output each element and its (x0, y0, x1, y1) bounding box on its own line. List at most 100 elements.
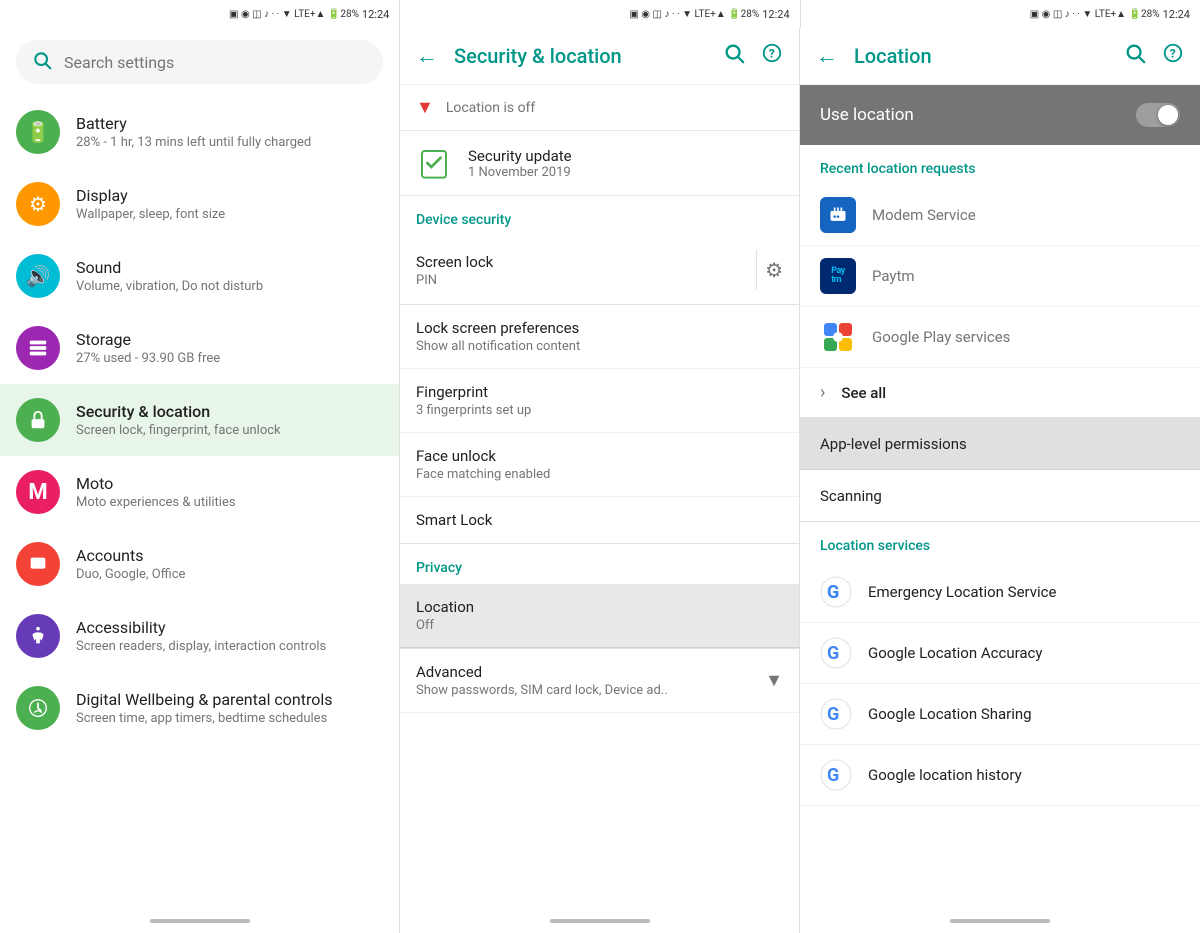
security-update-text: Security update 1 November 2019 (468, 147, 572, 180)
menu-item-advanced[interactable]: Advanced Show passwords, SIM card lock, … (400, 648, 799, 713)
sharing-service-name: Google Location Sharing (868, 705, 1032, 723)
google-service-emergency[interactable]: G G Emergency Location Service (800, 562, 1200, 623)
modem-icon (820, 197, 856, 233)
menu-item-location[interactable]: Location Off (400, 584, 799, 648)
menu-item-smartlock[interactable]: Smart Lock (400, 497, 799, 544)
security-panel-title: Security & location (454, 44, 707, 68)
svg-text:G: G (827, 765, 839, 786)
display-icon: ⚙ (16, 182, 60, 226)
app-item-modem[interactable]: Modem Service (800, 185, 1200, 246)
home-bar-1 (150, 919, 250, 923)
use-location-toggle[interactable] (1136, 103, 1180, 127)
googleplay-name: Google Play services (872, 328, 1010, 346)
accuracy-service-name: Google Location Accuracy (868, 644, 1043, 662)
see-all-text: See all (841, 384, 886, 402)
google-service-history[interactable]: G Google location history (800, 745, 1200, 806)
settings-item-accounts[interactable]: Accounts Duo, Google, Office (0, 528, 399, 600)
settings-item-accessibility[interactable]: Accessibility Screen readers, display, i… (0, 600, 399, 672)
home-indicator-1 (0, 909, 399, 933)
help-icon-location[interactable]: ? (1162, 42, 1184, 70)
menu-item-lockscreen[interactable]: Lock screen preferences Show all notific… (400, 305, 799, 369)
smartlock-text: Smart Lock (416, 511, 783, 529)
scanning-item[interactable]: Scanning (800, 470, 1200, 522)
search-icon-security[interactable] (723, 42, 745, 70)
location-subtitle: Off (416, 618, 783, 633)
recent-requests-header: Recent location requests (800, 145, 1200, 185)
location-panel-title: Location (854, 44, 1108, 68)
google-icon-emergency: G G (820, 576, 852, 608)
lockscreen-text: Lock screen preferences Show all notific… (416, 319, 783, 354)
svg-text:?: ? (1170, 47, 1176, 61)
digitalwellbeing-text: Digital Wellbeing & parental controls Sc… (76, 690, 383, 726)
svg-text:?: ? (769, 47, 775, 61)
settings-item-battery[interactable]: 🔋 Battery 28% - 1 hr, 13 mins left until… (0, 96, 399, 168)
google-service-sharing[interactable]: G Google Location Sharing (800, 684, 1200, 745)
storage-icon (16, 326, 60, 370)
accessibility-subtitle: Screen readers, display, interaction con… (76, 639, 383, 654)
back-arrow-security[interactable]: ← (416, 43, 438, 69)
moto-title: Moto (76, 474, 383, 493)
sound-icon: 🔊 (16, 254, 60, 298)
home-indicator-3 (800, 909, 1200, 933)
status-icons-1: ▣ ◉ ◫ ♪ · · ▼ LTE+▲ 🔋28% (229, 9, 359, 20)
settings-list: 🔋 Battery 28% - 1 hr, 13 mins left until… (0, 96, 399, 909)
gear-icon[interactable]: ⚙ (765, 258, 783, 282)
settings-item-security[interactable]: Security & location Screen lock, fingerp… (0, 384, 399, 456)
search-icon-location[interactable] (1124, 42, 1146, 70)
accounts-subtitle: Duo, Google, Office (76, 567, 383, 582)
see-all-item[interactable]: › See all (800, 368, 1200, 418)
app-level-banner[interactable]: App-level permissions (800, 418, 1200, 470)
fingerprint-text: Fingerprint 3 fingerprints set up (416, 383, 783, 418)
accounts-icon (16, 542, 60, 586)
location-off-banner[interactable]: ▼ Location is off (400, 85, 799, 131)
time-2: 12:24 (762, 8, 789, 21)
settings-item-moto[interactable]: M Moto Moto experiences & utilities (0, 456, 399, 528)
google-icon-sharing: G (820, 698, 852, 730)
app-level-text: App-level permissions (820, 435, 967, 453)
moto-subtitle: Moto experiences & utilities (76, 495, 383, 510)
app-item-googleplay[interactable]: Google Play services (800, 307, 1200, 368)
menu-item-screenlock[interactable]: Screen lock PIN ⚙ (400, 236, 799, 305)
toggle-knob (1158, 105, 1178, 125)
svg-text:G: G (827, 704, 839, 725)
back-arrow-location[interactable]: ← (816, 43, 838, 69)
sound-subtitle: Volume, vibration, Do not disturb (76, 279, 383, 294)
digitalwellbeing-icon (16, 686, 60, 730)
app-item-paytm[interactable]: Paytm Paytm (800, 246, 1200, 307)
paytm-name: Paytm (872, 267, 915, 285)
time-3: 12:24 (1163, 8, 1190, 21)
modem-name: Modem Service (872, 206, 976, 224)
google-service-accuracy[interactable]: G Google Location Accuracy (800, 623, 1200, 684)
settings-item-sound[interactable]: 🔊 Sound Volume, vibration, Do not distur… (0, 240, 399, 312)
menu-item-faceunlock[interactable]: Face unlock Face matching enabled (400, 433, 799, 497)
settings-item-digitalwellbeing[interactable]: Digital Wellbeing & parental controls Sc… (0, 672, 399, 744)
fingerprint-title: Fingerprint (416, 383, 783, 401)
status-bar-1: ▣ ◉ ◫ ♪ · · ▼ LTE+▲ 🔋28% 12:24 (0, 0, 400, 28)
time-1: 12:24 (362, 8, 389, 21)
status-bar-3: ▣ ◉ ◫ ♪ · · ▼ LTE+▲ 🔋28% 12:24 (801, 0, 1200, 28)
help-icon-security[interactable]: ? (761, 42, 783, 70)
search-input[interactable]: Search settings (64, 53, 367, 72)
screenlock-title: Screen lock (416, 253, 748, 271)
paytm-icon: Paytm (820, 258, 856, 294)
chevron-down-advanced-icon: ▼ (765, 670, 783, 691)
security-update-item[interactable]: Security update 1 November 2019 (400, 131, 799, 196)
location-header: ← Location ? (800, 28, 1200, 85)
display-title: Display (76, 186, 383, 205)
scanning-text: Scanning (820, 487, 882, 505)
settings-item-display[interactable]: ⚙ Display Wallpaper, sleep, font size (0, 168, 399, 240)
display-subtitle: Wallpaper, sleep, font size (76, 207, 383, 222)
privacy-header: Privacy (400, 544, 799, 584)
sound-title: Sound (76, 258, 383, 277)
security-update-icon (416, 145, 452, 181)
menu-item-fingerprint[interactable]: Fingerprint 3 fingerprints set up (400, 369, 799, 433)
divider (756, 250, 757, 290)
digitalwellbeing-subtitle: Screen time, app timers, bedtime schedul… (76, 711, 383, 726)
smartlock-title: Smart Lock (416, 511, 783, 529)
search-bar[interactable]: Search settings (16, 40, 383, 84)
moto-text: Moto Moto experiences & utilities (76, 474, 383, 510)
security-update-subtitle: 1 November 2019 (468, 165, 572, 180)
settings-item-storage[interactable]: Storage 27% used - 93.90 GB free (0, 312, 399, 384)
battery-text: Battery 28% - 1 hr, 13 mins left until f… (76, 114, 383, 150)
svg-text:G: G (827, 582, 839, 603)
